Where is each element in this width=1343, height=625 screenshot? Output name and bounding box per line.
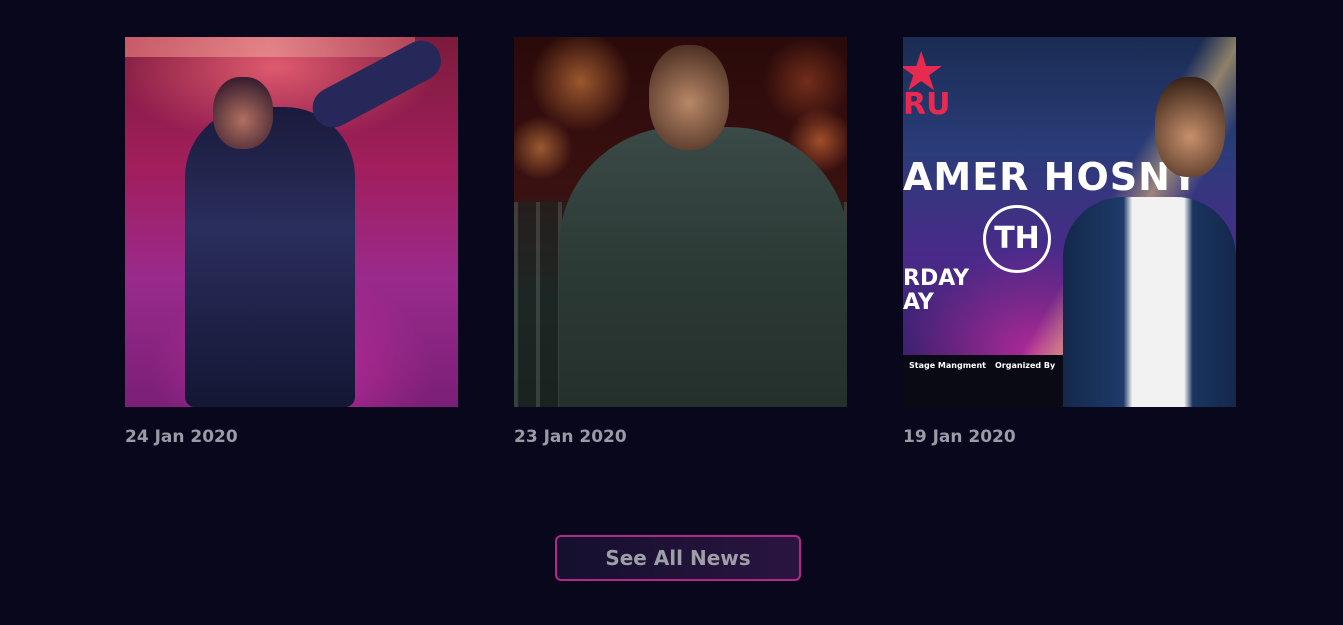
news-date: 19 Jan 2020	[903, 427, 1016, 447]
news-date: 23 Jan 2020	[514, 427, 627, 447]
see-all-news-button[interactable]: See All News	[555, 535, 801, 581]
stage-label: Stage Mangment	[909, 361, 986, 370]
seated-head	[649, 45, 729, 150]
poster-logo: TH	[983, 205, 1051, 273]
news-image[interactable]: ★ RU AMER HOSNY TH RDAY AY Stage Mangmen…	[903, 37, 1236, 407]
news-date: 24 Jan 2020	[125, 427, 238, 447]
news-cards: 24 Jan 2020 23 Jan 2020 ★ RU AMER HOSNY …	[125, 37, 1236, 448]
poster-badge: RU	[903, 87, 951, 122]
news-card[interactable]: ★ RU AMER HOSNY TH RDAY AY Stage Mangmen…	[903, 37, 1236, 448]
news-card[interactable]: 23 Jan 2020	[514, 37, 847, 448]
performer-figure	[185, 107, 355, 407]
seated-figure	[559, 127, 847, 407]
news-card[interactable]: 24 Jan 2020	[125, 37, 458, 448]
news-image[interactable]	[125, 37, 458, 407]
stage-rig	[125, 37, 415, 57]
poster-footer: Stage Mangment Organized By	[903, 355, 1063, 407]
poster-figure	[1063, 77, 1236, 407]
news-section: 24 Jan 2020 23 Jan 2020 ★ RU AMER HOSNY …	[0, 0, 1343, 625]
poster-day: RDAY AY	[903, 266, 970, 315]
performer-head	[213, 77, 273, 149]
poster-figure-body	[1063, 197, 1236, 407]
organized-label: Organized By	[995, 361, 1056, 370]
poster-figure-head	[1155, 77, 1225, 177]
news-image[interactable]	[514, 37, 847, 407]
